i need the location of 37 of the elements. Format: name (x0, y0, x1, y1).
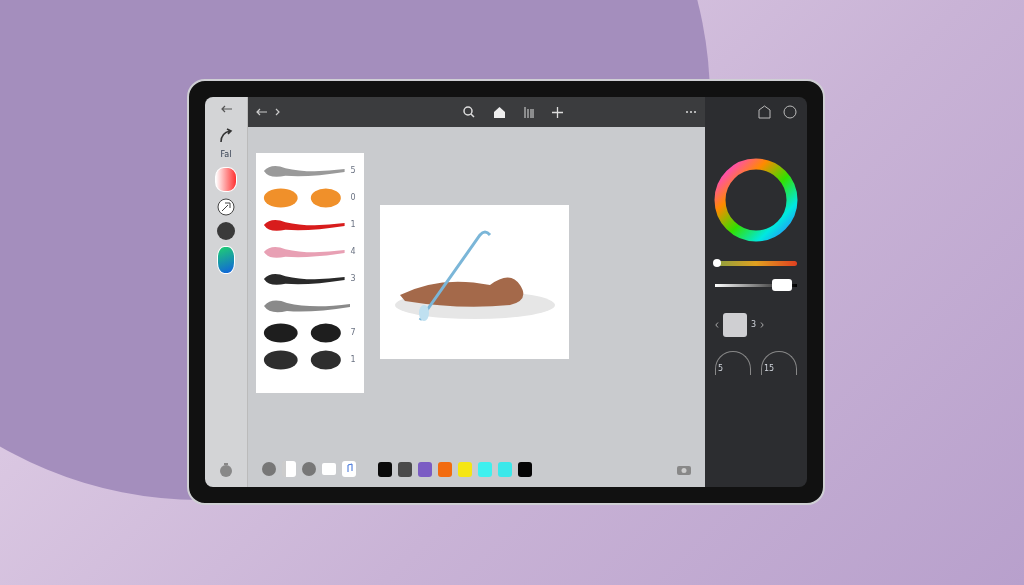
columns-icon[interactable] (523, 106, 534, 118)
brush-number: 5 (350, 164, 357, 177)
color-blob-icon[interactable] (215, 167, 237, 192)
color-swatch[interactable] (438, 461, 452, 477)
brush-number: 3 (350, 272, 357, 285)
color-swatch[interactable] (518, 461, 532, 477)
brush-number: 1 (350, 218, 357, 231)
color-swatch[interactable] (478, 461, 492, 477)
color-swatch[interactable] (398, 461, 412, 477)
color-swatch[interactable] (458, 461, 472, 477)
home-icon[interactable] (492, 106, 506, 118)
brush-number: 4 (350, 245, 357, 258)
forward-chevron-icon[interactable] (275, 108, 280, 116)
slider-thumb[interactable] (772, 279, 793, 291)
color-wheel-icon[interactable] (713, 157, 799, 243)
brush-number: 0 (350, 191, 357, 204)
right-chevron-icon[interactable] (760, 322, 765, 328)
brush-number: 7 (350, 326, 357, 339)
gradient-blob-icon[interactable] (217, 246, 235, 274)
back-arrow-icon[interactable] (220, 105, 232, 113)
color-swatch[interactable] (418, 461, 432, 477)
left-chevron-icon[interactable] (715, 322, 719, 328)
plus-icon[interactable] (551, 106, 563, 118)
dial-value: 15 (764, 363, 775, 375)
tool-label: Fal (220, 149, 232, 161)
dial-value: 5 (718, 363, 724, 375)
brush-number: 1 (350, 353, 357, 366)
size-reading: 3 (751, 319, 757, 331)
color-swatch[interactable] (378, 461, 392, 477)
more-icon[interactable] (685, 110, 697, 114)
redo-arrow-icon[interactable] (218, 127, 234, 143)
opacity-slider[interactable] (715, 279, 797, 291)
slider-thumb[interactable] (712, 259, 721, 267)
hue-slider[interactable] (715, 259, 797, 267)
search-icon[interactable] (462, 106, 475, 118)
color-swatch[interactable] (498, 461, 512, 477)
brush-tool-icon[interactable] (217, 198, 235, 216)
